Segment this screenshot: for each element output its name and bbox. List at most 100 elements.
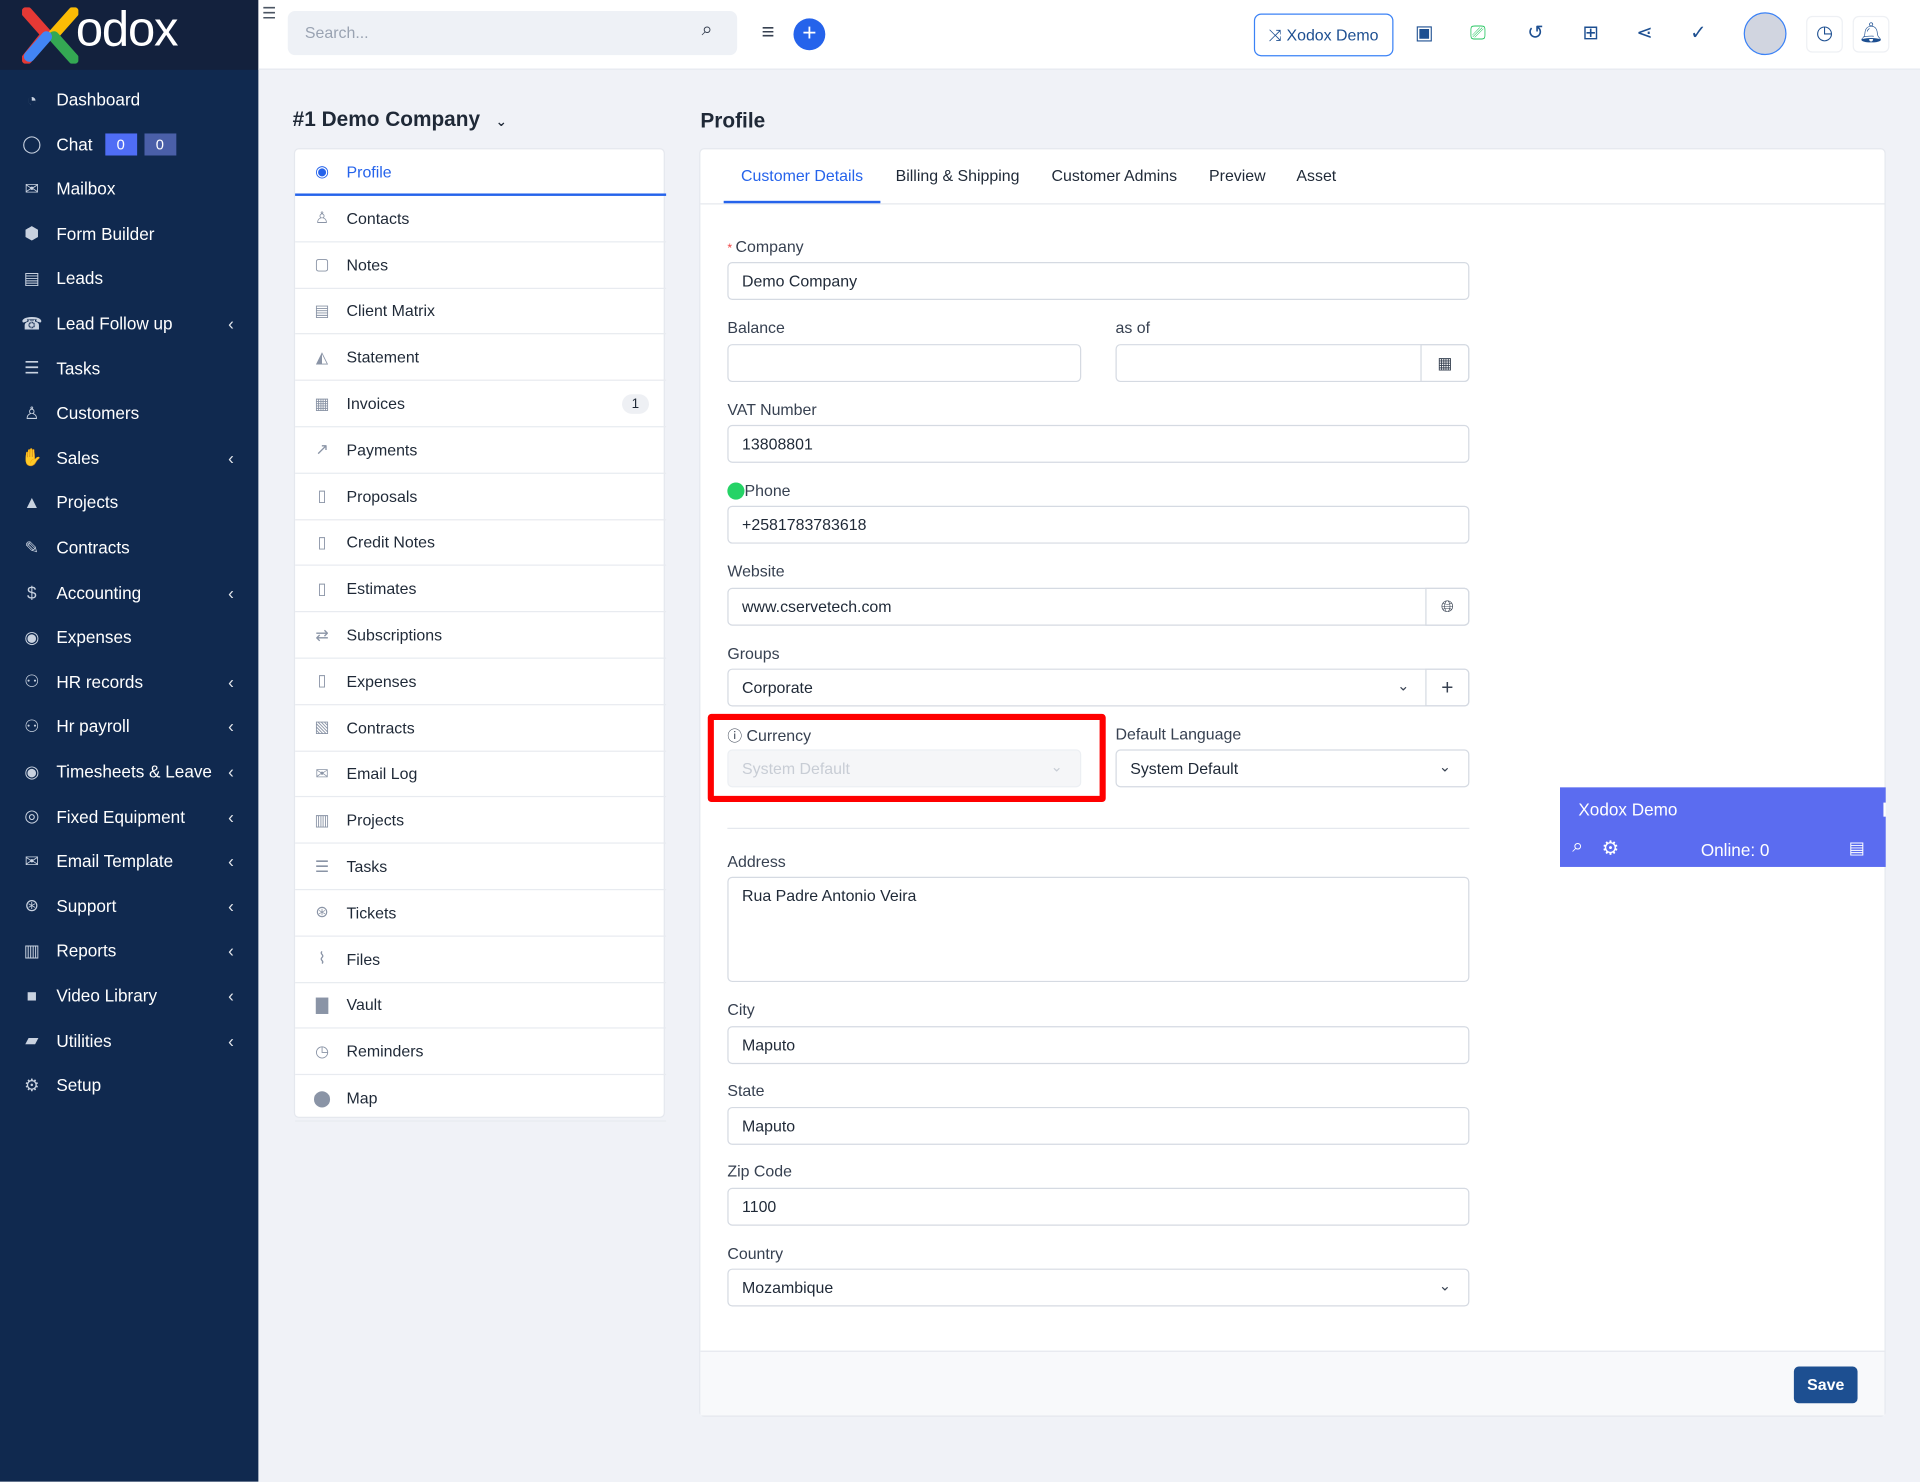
- sidebar-item-label: Setup: [56, 1075, 102, 1095]
- tab-customer-details[interactable]: Customer Details: [723, 149, 881, 204]
- calendar-icon[interactable]: ▦: [1420, 344, 1470, 383]
- menu-item-reminders[interactable]: ◷ Reminders: [295, 1029, 667, 1076]
- menu-item-map[interactable]: ⬤ Map: [295, 1075, 667, 1122]
- menu-item-notes[interactable]: ▢ Notes: [295, 242, 667, 289]
- sidebar-item-timesheets-leave[interactable]: ◉ Timesheets & Leave ‹: [0, 751, 258, 793]
- sidebar-item-video-library[interactable]: ■ Video Library ‹: [0, 975, 258, 1017]
- sidebar-item-hr-payroll[interactable]: ⚇ Hr payroll ‹: [0, 706, 258, 748]
- bell-icon[interactable]: 🔔︎: [1852, 15, 1890, 53]
- language-select[interactable]: System Default ⌄: [1115, 749, 1470, 788]
- history-icon[interactable]: ↺: [1518, 17, 1552, 51]
- clock-icon[interactable]: ◷: [1806, 15, 1843, 53]
- as-of-date-input[interactable]: ▦: [1115, 344, 1470, 383]
- scrollbar-track[interactable]: [1885, 69, 1920, 1482]
- sidebar-item-label: Sales: [56, 447, 100, 468]
- sidebar-item-form-builder[interactable]: ⬢ Form Builder: [0, 213, 258, 255]
- search-input[interactable]: Search... ⌕: [287, 11, 738, 56]
- share-icon[interactable]: ⋖: [1627, 17, 1661, 51]
- sidebar-item-hr-records[interactable]: ⚇ HR records ‹: [0, 661, 258, 703]
- sidebar-item-lead-follow-up[interactable]: ☎ Lead Follow up ‹: [0, 302, 258, 344]
- menu-item-payments[interactable]: ↗ Payments: [295, 427, 667, 474]
- tab-preview[interactable]: Preview: [1204, 149, 1271, 203]
- sidebar-item-support[interactable]: ⊛ Support ‹: [0, 885, 258, 927]
- sidebar-item-expenses[interactable]: ◉ Expenses: [0, 616, 258, 658]
- company-input[interactable]: Demo Company: [727, 262, 1470, 301]
- phone-input[interactable]: +2581783783618: [727, 505, 1470, 544]
- add-new-icon[interactable]: +: [793, 18, 826, 51]
- sidebar: odox ◔ Dashboard ◯ Chat 0 0 ✉ Mailbox ⬢ Form Buil…: [0, 0, 259, 1482]
- menu-item-tickets[interactable]: ⊛ Tickets: [295, 890, 667, 937]
- menu-item-label: Files: [346, 949, 381, 969]
- menu-item-statement[interactable]: ◭ Statement: [295, 335, 667, 382]
- tab-asset[interactable]: Asset: [1292, 149, 1341, 203]
- chat-widget[interactable]: Xodox Demo ▮ ⌕ ⚙︎ Online: 0 ▤ 🔊︎: [1560, 787, 1909, 867]
- sidebar-item-sales[interactable]: ✋ Sales ‹: [0, 437, 258, 479]
- logo-x-icon: [22, 7, 79, 64]
- website-input[interactable]: www.cservetech.com 🌐︎: [727, 587, 1470, 626]
- menu-item-subscriptions[interactable]: ⇄ Subscriptions: [295, 612, 667, 659]
- menu-item-email-log[interactable]: ✉ Email Log: [295, 751, 667, 798]
- tab-billing-shipping[interactable]: Billing & Shipping: [890, 149, 1025, 203]
- state-input[interactable]: Maputo: [727, 1106, 1470, 1145]
- chevron-down-icon[interactable]: ⌄: [496, 115, 507, 130]
- menu-item-projects[interactable]: ▥ Projects: [295, 797, 667, 844]
- currency-select[interactable]: System Default ⌄: [727, 749, 1082, 788]
- tab-customer-admins[interactable]: Customer Admins: [1043, 149, 1185, 203]
- balance-input[interactable]: [727, 344, 1082, 383]
- avatar[interactable]: [1743, 12, 1787, 56]
- id-card-icon[interactable]: ▣: [1407, 17, 1441, 51]
- sidebar-item-setup[interactable]: ⚙ Setup: [0, 1064, 258, 1106]
- qr-code-icon[interactable]: ⊞: [1573, 17, 1607, 51]
- menu-item-files[interactable]: ⌇ Files: [295, 936, 667, 983]
- sidebar-item-reports[interactable]: ▥ Reports ‹: [0, 930, 258, 972]
- logo[interactable]: odox: [0, 0, 259, 70]
- country-select[interactable]: Mozambique ⌄: [727, 1268, 1470, 1307]
- sidebar-item-utilities[interactable]: ▰ Utilities ‹: [0, 1020, 258, 1062]
- menu-item-tasks[interactable]: ☰ Tasks: [295, 844, 667, 891]
- file-icon: ▯: [317, 532, 327, 551]
- sidebar-item-accounting[interactable]: $ Accounting ‹: [0, 571, 258, 613]
- line-chart-icon: ↗: [315, 439, 329, 459]
- menu-item-estimates[interactable]: ▯ Estimates: [295, 566, 667, 613]
- sidebar-item-email-template[interactable]: ✉ Email Template ‹: [0, 840, 258, 882]
- user-chat-icon[interactable]: ⎚: [1461, 17, 1495, 51]
- sidebar-item-tasks[interactable]: ☰ Tasks: [0, 347, 258, 389]
- gear-icon[interactable]: ⚙︎: [1602, 836, 1620, 860]
- sidebar-item-chat[interactable]: ◯ Chat 0 0: [0, 123, 258, 165]
- search-icon[interactable]: ⌕: [1572, 836, 1583, 858]
- menu-item-credit-notes[interactable]: ▯ Credit Notes: [295, 520, 667, 567]
- sidebar-item-contracts[interactable]: ✎ Contracts: [0, 527, 258, 569]
- menu-item-profile[interactable]: ◉ Profile: [295, 149, 667, 196]
- groups-select[interactable]: Corporate ⌄ +: [727, 668, 1470, 707]
- globe-icon[interactable]: 🌐︎: [1425, 587, 1470, 626]
- menu-item-expenses[interactable]: ▯ Expenses: [295, 659, 667, 706]
- menu-icon[interactable]: ≡: [762, 20, 775, 46]
- sidebar-item-label: Accounting: [56, 582, 142, 602]
- add-group-button[interactable]: +: [1425, 668, 1470, 707]
- message-icon[interactable]: ▤: [1849, 838, 1865, 859]
- menu-item-proposals[interactable]: ▯ Proposals: [295, 473, 667, 520]
- menu-item-vault[interactable]: ▇ Vault: [295, 983, 667, 1030]
- zip-input[interactable]: 1100: [727, 1187, 1470, 1226]
- sidebar-item-customers[interactable]: ♙ Customers: [0, 392, 258, 434]
- sidebar-toggle-icon[interactable]: ☰: [262, 4, 276, 24]
- page-title: Profile: [700, 108, 766, 133]
- contract-icon: ▧: [314, 717, 330, 737]
- menu-item-invoices[interactable]: ▦ Invoices 1: [295, 381, 667, 428]
- save-button[interactable]: Save: [1793, 1366, 1858, 1404]
- vat-input[interactable]: 13808801: [727, 424, 1470, 463]
- menu-item-contacts[interactable]: ♙ Contacts: [295, 196, 667, 243]
- sidebar-item-projects[interactable]: ▲ Projects: [0, 482, 258, 524]
- sidebar-item-dashboard[interactable]: ◔ Dashboard: [0, 78, 258, 120]
- switch-demo-button[interactable]: ⤨ Xodox Demo: [1253, 13, 1394, 57]
- menu-item-client-matrix[interactable]: ▤ Client Matrix: [295, 288, 667, 335]
- check-icon[interactable]: ✓: [1681, 17, 1715, 51]
- sidebar-item-fixed-equipment[interactable]: ◎ Fixed Equipment ‹: [0, 795, 258, 837]
- sidebar-item-mailbox[interactable]: ✉ Mailbox: [0, 168, 258, 210]
- search-icon[interactable]: ⌕: [702, 20, 713, 42]
- customer-title[interactable]: #1 Demo Company ⌄: [293, 108, 507, 132]
- sidebar-item-leads[interactable]: ▤ Leads: [0, 258, 258, 300]
- menu-item-contracts[interactable]: ▧ Contracts: [295, 705, 667, 752]
- address-textarea[interactable]: Rua Padre Antonio Veira: [727, 876, 1470, 983]
- city-input[interactable]: Maputo: [727, 1026, 1470, 1065]
